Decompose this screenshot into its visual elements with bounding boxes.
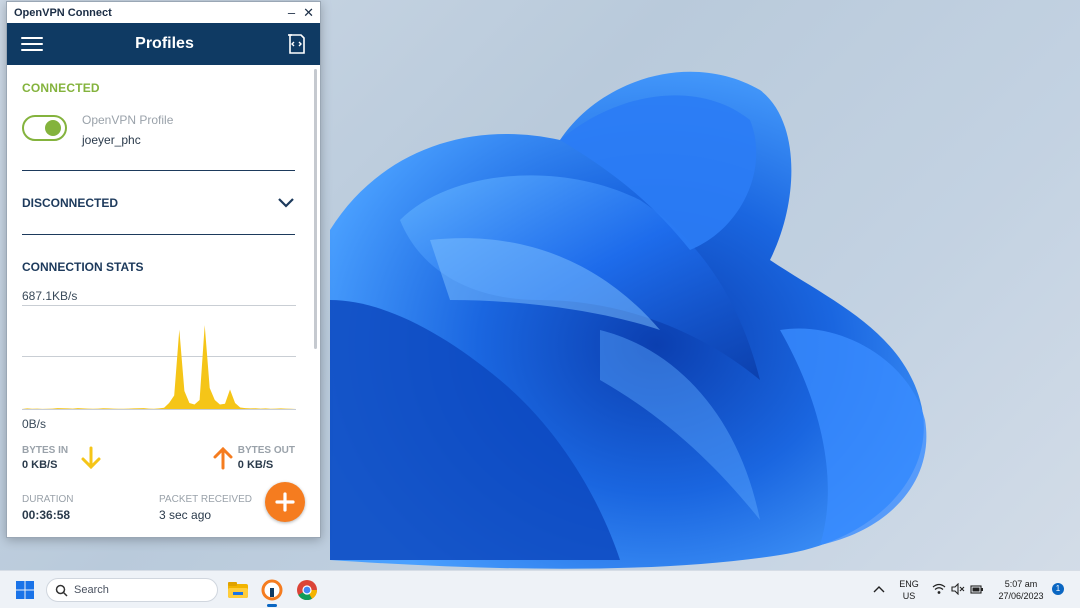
packet-received-value: 3 sec ago <box>159 508 212 522</box>
duration-value: 00:36:58 <box>22 508 71 522</box>
clock[interactable]: 5:07 am 27/06/2023 <box>992 578 1050 602</box>
windows-start-icon[interactable] <box>16 581 34 599</box>
chrome-icon[interactable] <box>296 579 318 601</box>
profile-name: OpenVPN Profile <box>82 113 174 127</box>
speed-chart-svg <box>22 305 296 410</box>
bytes-row: BYTES IN 0 KB/S BYTES OUT 0 KB/S <box>22 445 295 477</box>
connected-section: CONNECTED OpenVPN Profile joeyer_phc <box>22 65 295 171</box>
speed-min-label: 0B/s <box>22 417 47 431</box>
profile-user: joeyer_phc <box>82 133 141 147</box>
language-code: ENG <box>899 579 919 589</box>
connection-toggle[interactable] <box>22 115 67 141</box>
chevron-down-icon[interactable] <box>277 197 295 209</box>
import-profile-icon[interactable] <box>286 32 308 56</box>
scrollbar[interactable] <box>314 69 317 349</box>
speed-max-label: 687.1KB/s <box>22 289 78 303</box>
packet-received-label: PACKET RECEIVED <box>159 494 252 505</box>
toggle-knob <box>45 120 61 136</box>
wifi-icon[interactable] <box>932 583 946 595</box>
profile-row: OpenVPN Profile joeyer_phc <box>22 113 295 147</box>
speed-chart <box>22 305 296 415</box>
app-title: OpenVPN Connect <box>14 6 112 19</box>
app-header: Profiles <box>7 23 320 65</box>
file-explorer-icon[interactable] <box>227 579 249 601</box>
chevron-up-icon[interactable] <box>873 585 885 593</box>
bytes-in-block: BYTES IN 0 KB/S <box>22 445 102 477</box>
add-profile-button[interactable] <box>265 482 305 522</box>
plus-icon <box>275 492 295 512</box>
region-code: US <box>902 591 916 601</box>
active-app-indicator <box>267 604 277 607</box>
arrow-down-icon <box>81 446 101 470</box>
openvpn-taskbar-icon[interactable] <box>261 579 283 601</box>
speaker-muted-icon[interactable] <box>951 583 965 595</box>
arrow-up-icon <box>213 446 233 470</box>
clock-date: 27/06/2023 <box>998 591 1044 601</box>
close-button[interactable]: ✕ <box>303 5 314 21</box>
duration-label: DURATION <box>22 494 74 505</box>
profiles-content: CONNECTED OpenVPN Profile joeyer_phc DIS… <box>7 65 320 537</box>
notification-badge[interactable]: 1 <box>1052 583 1064 595</box>
disconnected-label: DISCONNECTED <box>22 195 119 210</box>
language-indicator[interactable]: ENG US <box>896 578 922 602</box>
disconnected-section[interactable]: DISCONNECTED <box>22 171 295 235</box>
search-icon <box>55 584 68 597</box>
openvpn-window: OpenVPN Connect – ✕ Profiles CONNECTED O <box>6 1 321 538</box>
minimize-button[interactable]: – <box>288 5 295 21</box>
stats-label: CONNECTION STATS <box>22 260 144 274</box>
clock-time: 5:07 am <box>1004 579 1038 589</box>
connected-label: CONNECTED <box>22 81 100 95</box>
hamburger-icon[interactable] <box>21 37 43 51</box>
bytes-in-value: 0 KB/S <box>22 459 58 471</box>
search-placeholder: Search <box>74 584 109 596</box>
bytes-out-block: BYTES OUT 0 KB/S <box>212 445 295 477</box>
battery-icon[interactable] <box>970 583 984 595</box>
bytes-out-label: BYTES OUT <box>237 445 295 456</box>
duration-row: DURATION 00:36:58 PACKET RECEIVED 3 sec … <box>22 482 305 522</box>
bytes-out-value: 0 KB/S <box>237 459 274 471</box>
title-bar: OpenVPN Connect – ✕ <box>7 2 320 23</box>
taskbar-search[interactable]: Search <box>46 578 218 602</box>
taskbar: Search ENG US 5:07 am 27/06/2023 <box>0 570 1080 608</box>
speed-area-series <box>22 325 296 409</box>
page-title: Profiles <box>135 35 194 52</box>
stats-section: CONNECTION STATS 687.1KB/s 0B/s BYTES IN… <box>22 235 305 522</box>
bytes-in-label: BYTES IN <box>22 445 69 456</box>
